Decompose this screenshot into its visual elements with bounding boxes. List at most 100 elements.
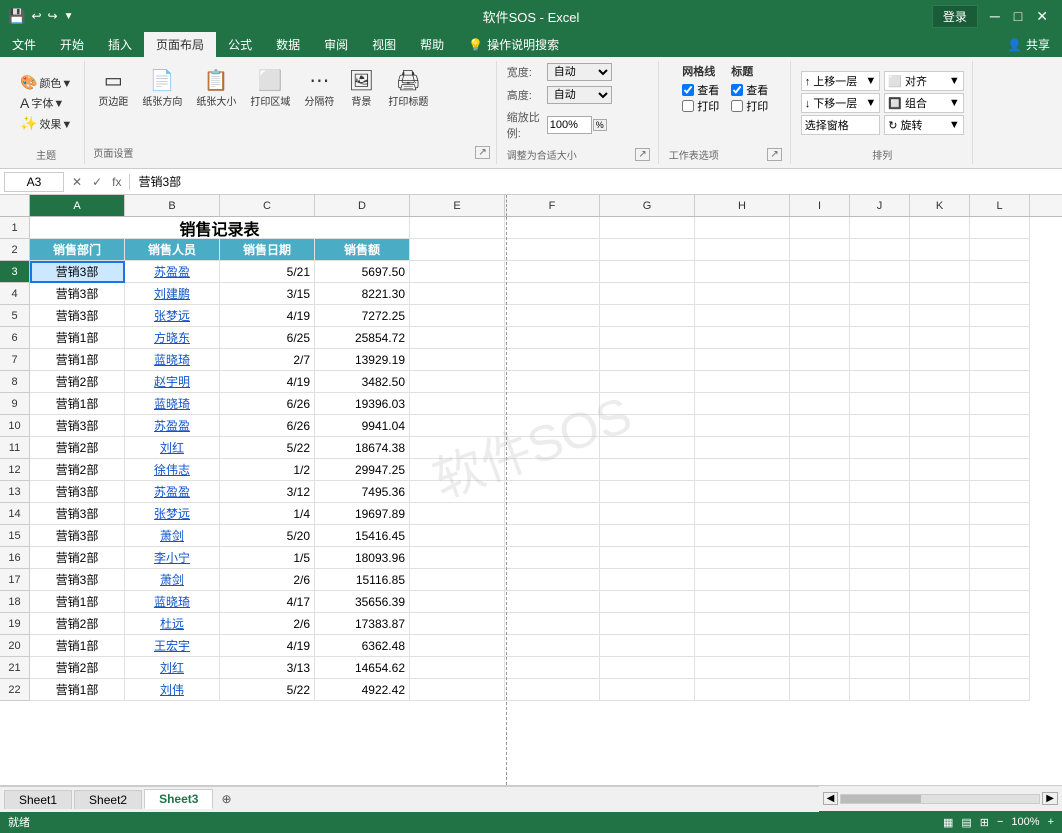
cell-f18[interactable] (505, 591, 600, 613)
cell-l7[interactable] (970, 349, 1030, 371)
cell-c2[interactable]: 销售日期 (220, 239, 315, 261)
bring-forward-button[interactable]: ↑ 上移一层▼ (801, 71, 881, 91)
cell-a11[interactable]: 营销2部 (30, 437, 125, 459)
headings-print-checkbox[interactable] (731, 100, 743, 112)
cell-i14[interactable] (790, 503, 850, 525)
cell-j5[interactable] (850, 305, 910, 327)
cell-f10[interactable] (505, 415, 600, 437)
sheet-tab-3[interactable]: Sheet3 (144, 789, 213, 809)
cell-f19[interactable] (505, 613, 600, 635)
quick-access-dropdown[interactable]: ▼ (64, 11, 74, 22)
cell-a21[interactable]: 营销2部 (30, 657, 125, 679)
cell-l17[interactable] (970, 569, 1030, 591)
cell-i16[interactable] (790, 547, 850, 569)
cell-b18[interactable]: 蓝晓琦 (125, 591, 220, 613)
cell-k2[interactable] (910, 239, 970, 261)
cell-g10[interactable] (600, 415, 695, 437)
tab-page-layout[interactable]: 页面布局 (144, 32, 216, 57)
cell-a8[interactable]: 营销2部 (30, 371, 125, 393)
scale-expand[interactable]: ↗ (635, 148, 649, 161)
cell-c4[interactable]: 3/15 (220, 283, 315, 305)
cell-h18[interactable] (695, 591, 790, 613)
scroll-right-button[interactable]: ▶ (1042, 792, 1058, 805)
add-sheet-button[interactable]: ⊕ (215, 790, 237, 808)
cell-i4[interactable] (790, 283, 850, 305)
cell-k20[interactable] (910, 635, 970, 657)
cell-k21[interactable] (910, 657, 970, 679)
cell-b10[interactable]: 苏盈盈 (125, 415, 220, 437)
cell-c6[interactable]: 6/25 (220, 327, 315, 349)
cell-l15[interactable] (970, 525, 1030, 547)
cell-h13[interactable] (695, 481, 790, 503)
cell-f15[interactable] (505, 525, 600, 547)
cell-a22[interactable]: 营销1部 (30, 679, 125, 701)
col-header-k[interactable]: K (910, 195, 970, 216)
cell-e5[interactable] (410, 305, 505, 327)
cell-c3[interactable]: 5/21 (220, 261, 315, 283)
cell-e14[interactable] (410, 503, 505, 525)
cell-i19[interactable] (790, 613, 850, 635)
cell-d21[interactable]: 14654.62 (315, 657, 410, 679)
cell-d12[interactable]: 29947.25 (315, 459, 410, 481)
cell-c16[interactable]: 1/5 (220, 547, 315, 569)
cell-b7[interactable]: 蓝晓琦 (125, 349, 220, 371)
cell-e9[interactable] (410, 393, 505, 415)
cell-l22[interactable] (970, 679, 1030, 701)
cell-a20[interactable]: 营销1部 (30, 635, 125, 657)
send-backward-button[interactable]: ↓ 下移一层▼ (801, 93, 881, 113)
align-button[interactable]: ⬜ 对齐▼ (884, 71, 964, 91)
cell-l12[interactable] (970, 459, 1030, 481)
cell-l9[interactable] (970, 393, 1030, 415)
cell-a3[interactable]: 营销3部 (30, 261, 125, 283)
cell-l8[interactable] (970, 371, 1030, 393)
cell-g16[interactable] (600, 547, 695, 569)
cell-e20[interactable] (410, 635, 505, 657)
undo-icon[interactable]: ↩ (31, 9, 41, 23)
cell-d7[interactable]: 13929.19 (315, 349, 410, 371)
page-setup-expand[interactable]: ↗ (475, 146, 489, 159)
cell-b20[interactable]: 王宏宇 (125, 635, 220, 657)
cell-i6[interactable] (790, 327, 850, 349)
cell-f3[interactable] (505, 261, 600, 283)
scale-spin-up[interactable]: % (593, 119, 607, 132)
cell-i7[interactable] (790, 349, 850, 371)
col-header-h[interactable]: H (695, 195, 790, 216)
cell-i3[interactable] (790, 261, 850, 283)
cell-e15[interactable] (410, 525, 505, 547)
cell-k19[interactable] (910, 613, 970, 635)
col-header-d[interactable]: D (315, 195, 410, 216)
cell-a13[interactable]: 营销3部 (30, 481, 125, 503)
tab-view[interactable]: 视图 (360, 32, 408, 57)
tab-help[interactable]: 帮助 (408, 32, 456, 57)
cell-k14[interactable] (910, 503, 970, 525)
cell-f22[interactable] (505, 679, 600, 701)
view-page-layout[interactable]: ▤ (961, 816, 971, 829)
cell-a14[interactable]: 营销3部 (30, 503, 125, 525)
cell-c20[interactable]: 4/19 (220, 635, 315, 657)
cell-j16[interactable] (850, 547, 910, 569)
tab-file[interactable]: 文件 (0, 32, 48, 57)
cell-a6[interactable]: 营销1部 (30, 327, 125, 349)
cell-f7[interactable] (505, 349, 600, 371)
cell-a19[interactable]: 营销2部 (30, 613, 125, 635)
cell-h10[interactable] (695, 415, 790, 437)
col-header-l[interactable]: L (970, 195, 1030, 216)
cell-b17[interactable]: 萧剑 (125, 569, 220, 591)
cell-d17[interactable]: 15116.85 (315, 569, 410, 591)
cell-d18[interactable]: 35656.39 (315, 591, 410, 613)
cell-e2[interactable] (410, 239, 505, 261)
cell-c15[interactable]: 5/20 (220, 525, 315, 547)
cell-k8[interactable] (910, 371, 970, 393)
cell-d2[interactable]: 销售额 (315, 239, 410, 261)
cell-h12[interactable] (695, 459, 790, 481)
col-header-j[interactable]: J (850, 195, 910, 216)
cell-g18[interactable] (600, 591, 695, 613)
cell-i18[interactable] (790, 591, 850, 613)
cell-k13[interactable] (910, 481, 970, 503)
gridlines-print-check[interactable]: 打印 (682, 98, 719, 114)
cancel-formula-button[interactable]: ✕ (68, 175, 86, 189)
cell-h16[interactable] (695, 547, 790, 569)
cell-g2[interactable] (600, 239, 695, 261)
cell-a12[interactable]: 营销2部 (30, 459, 125, 481)
cell-d13[interactable]: 7495.36 (315, 481, 410, 503)
